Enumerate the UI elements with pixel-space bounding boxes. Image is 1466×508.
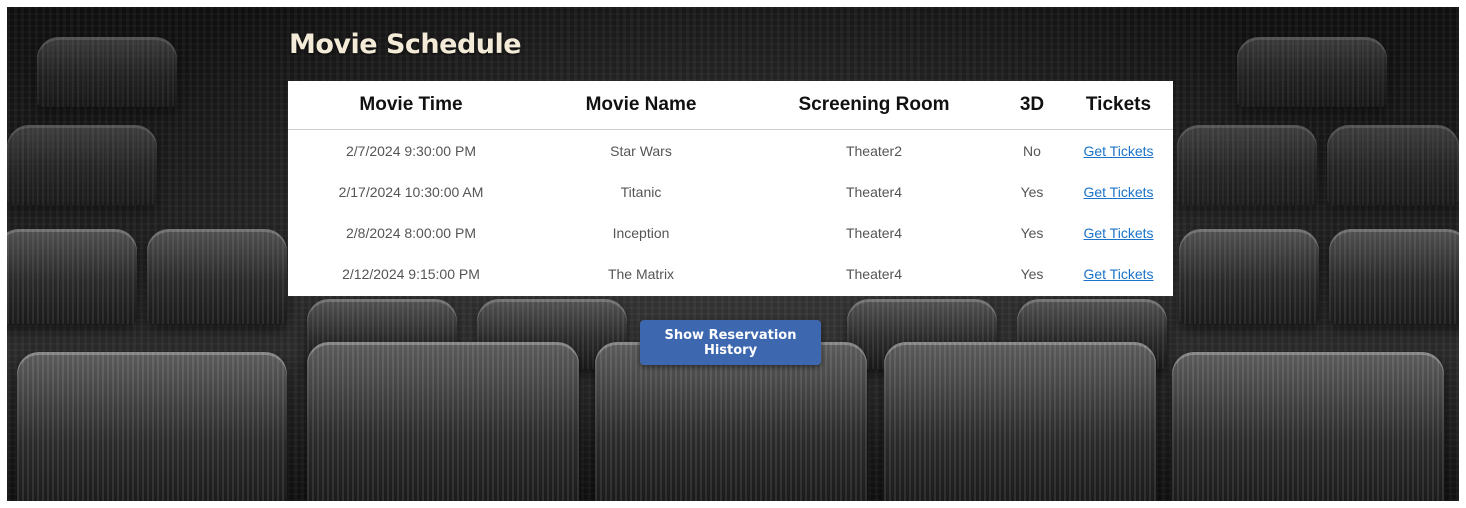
get-tickets-link[interactable]: Get Tickets (1083, 184, 1153, 200)
table-row: 2/8/2024 8:00:00 PM Inception Theater4 Y… (288, 212, 1173, 253)
table-header-row: Movie Time Movie Name Screening Room 3D … (288, 81, 1173, 130)
cell-3d: Yes (1020, 224, 1044, 241)
cell-screening-room: Theater4 (845, 183, 903, 200)
cell-movie-name: Star Wars (610, 142, 672, 159)
header-movie-time: Movie Time (288, 81, 534, 130)
header-screening-room: Screening Room (748, 81, 1000, 130)
cell-tickets: Get Tickets (1064, 130, 1173, 172)
show-reservation-history-button[interactable]: Show Reservation History (640, 320, 821, 365)
table-row: 2/12/2024 9:15:00 PM The Matrix Theater4… (288, 253, 1173, 294)
cell-tickets: Get Tickets (1064, 253, 1173, 294)
cell-movie-time: 2/8/2024 8:00:00 PM (346, 224, 476, 241)
cell-screening-room: Theater4 (845, 265, 903, 282)
cell-movie-name: Inception (612, 224, 670, 241)
page-title: Movie Schedule (289, 29, 522, 60)
cell-tickets: Get Tickets (1064, 212, 1173, 253)
cell-tickets: Get Tickets (1064, 171, 1173, 212)
movie-schedule-table: Movie Time Movie Name Screening Room 3D … (288, 81, 1173, 296)
cell-screening-room: Theater2 (845, 142, 903, 159)
cell-movie-name: Titanic (620, 183, 662, 200)
cell-3d: No (1023, 142, 1041, 159)
get-tickets-link[interactable]: Get Tickets (1083, 266, 1153, 282)
table-row: 2/7/2024 9:30:00 PM Star Wars Theater2 N… (288, 130, 1173, 172)
schedule-table: Movie Time Movie Name Screening Room 3D … (288, 81, 1173, 294)
cell-movie-time: 2/12/2024 9:15:00 PM (342, 265, 480, 282)
header-movie-name: Movie Name (534, 81, 748, 130)
cell-3d: Yes (1020, 183, 1044, 200)
table-row: 2/17/2024 10:30:00 AM Titanic Theater4 Y… (288, 171, 1173, 212)
cell-3d: Yes (1020, 265, 1044, 282)
theater-background: Movie Schedule Movie Time Movie Name Scr… (7, 7, 1459, 501)
cell-screening-room: Theater4 (845, 224, 903, 241)
header-tickets: Tickets (1064, 81, 1173, 130)
header-3d: 3D (1000, 81, 1064, 130)
get-tickets-link[interactable]: Get Tickets (1083, 225, 1153, 241)
cell-movie-time: 2/17/2024 10:30:00 AM (338, 183, 484, 200)
cell-movie-name: The Matrix (607, 265, 675, 282)
cell-movie-time: 2/7/2024 9:30:00 PM (346, 142, 476, 159)
get-tickets-link[interactable]: Get Tickets (1083, 143, 1153, 159)
